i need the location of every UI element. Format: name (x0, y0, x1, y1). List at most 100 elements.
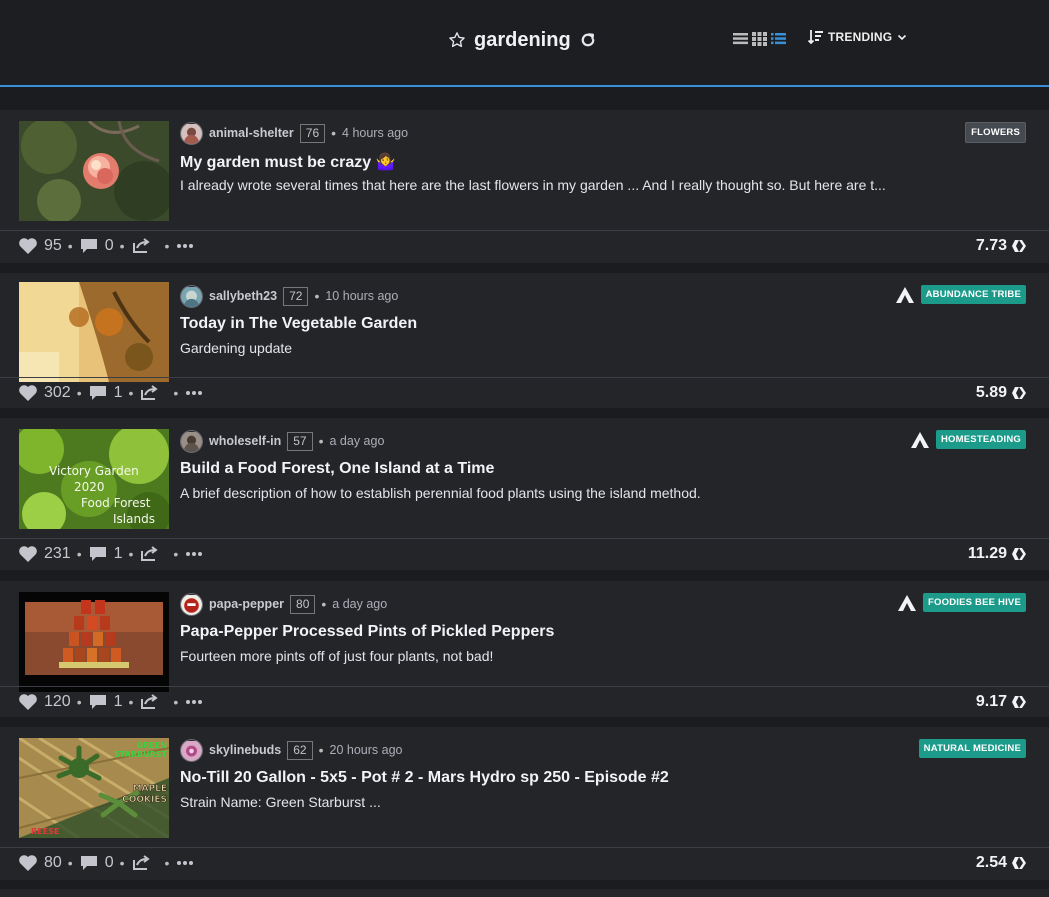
payout[interactable]: 2.54 (976, 849, 1027, 877)
community-badge[interactable]: HOMESTEADING (936, 430, 1026, 449)
avatar[interactable] (180, 592, 203, 616)
comment-count[interactable]: 1 (114, 384, 123, 402)
avatar[interactable] (180, 738, 203, 762)
thumbnail-caption: REESE (31, 827, 59, 836)
reblog-icon[interactable] (139, 384, 159, 402)
reblog-icon[interactable] (139, 693, 159, 711)
more-options-icon[interactable] (175, 854, 195, 872)
post-time[interactable]: a day ago (332, 597, 387, 611)
community-badge[interactable]: NATURAL MEDICINE (918, 739, 1026, 758)
comment-icon[interactable] (79, 854, 99, 872)
separator: • (128, 385, 134, 401)
tag-badge[interactable]: FLOWERS (965, 122, 1026, 143)
comment-count[interactable]: 1 (114, 545, 123, 563)
thumbnail-caption: Islands (113, 512, 155, 526)
sort-icon (808, 29, 824, 45)
post-summary[interactable]: Gardening update (180, 340, 292, 356)
post-summary[interactable]: Fourteen more pints off of just four pla… (180, 648, 493, 664)
community-badge[interactable]: FOODIES BEE HIVE (923, 593, 1026, 612)
author-link[interactable]: sallybeth23 (209, 289, 277, 303)
vote-count[interactable]: 95 (44, 237, 62, 255)
comment-icon[interactable] (88, 545, 108, 563)
post-thumbnail[interactable]: GREEN STARBURST MAPLE COOKIES REESE (19, 738, 169, 838)
community-badge[interactable]: ABUNDANCE TRIBE (920, 285, 1026, 304)
comment-count[interactable]: 0 (105, 237, 114, 255)
vote-count[interactable]: 231 (44, 545, 71, 563)
refresh-icon[interactable] (579, 31, 597, 49)
post-time[interactable]: a day ago (330, 434, 385, 448)
thumbnail-caption: GREEN (137, 741, 167, 750)
post-thumbnail[interactable]: Victory Garden 2020 Food Forest Islands (19, 429, 169, 529)
post-thumbnail[interactable] (19, 592, 169, 692)
post-meta: animal-shelter 76 • 4 hours ago (180, 121, 408, 145)
author-link[interactable]: skylinebuds (209, 743, 281, 757)
avatar[interactable] (180, 121, 203, 145)
post-time[interactable]: 10 hours ago (325, 289, 398, 303)
compact-view-icon[interactable] (771, 31, 786, 46)
author-link[interactable]: papa-pepper (209, 597, 284, 611)
top-bar: gardening TRENDING (0, 0, 1049, 87)
post-thumbnail[interactable] (19, 121, 169, 221)
post-title[interactable]: Papa-Pepper Processed Pints of Pickled P… (180, 623, 554, 641)
payout-value: 11.29 (967, 545, 1007, 562)
post-title[interactable]: Build a Food Forest, One Island at a Tim… (180, 460, 494, 478)
grid-view-icon[interactable] (752, 31, 767, 46)
heart-icon[interactable] (18, 545, 38, 563)
post-time[interactable]: 20 hours ago (330, 743, 403, 757)
post-card: animal-shelter 76 • 4 hours ago My garde… (0, 110, 1049, 263)
author-link[interactable]: wholeself-in (209, 434, 281, 448)
payout[interactable]: 9.17 (976, 688, 1027, 716)
separator: • (331, 125, 337, 141)
comment-icon[interactable] (88, 693, 108, 711)
star-icon[interactable] (448, 31, 466, 49)
reblog-icon[interactable] (131, 237, 151, 255)
comment-icon[interactable] (88, 384, 108, 402)
post-time[interactable]: 4 hours ago (342, 126, 408, 140)
more-options-icon[interactable] (184, 693, 204, 711)
more-options-icon[interactable] (184, 545, 204, 563)
post-title[interactable]: No-Till 20 Gallon - 5x5 - Pot # 2 - Mars… (180, 769, 669, 787)
payout[interactable]: 5.89 (976, 379, 1027, 407)
post-summary[interactable]: I already wrote several times that here … (180, 177, 886, 193)
more-options-icon[interactable] (184, 384, 204, 402)
heart-icon[interactable] (18, 384, 38, 402)
post-card: GREEN STARBURST MAPLE COOKIES REESE skyl… (0, 727, 1049, 880)
post-meta: sallybeth23 72 • 10 hours ago (180, 284, 398, 308)
comment-icon[interactable] (79, 237, 99, 255)
divider (0, 686, 1049, 687)
reblog-icon[interactable] (131, 854, 151, 872)
post-summary[interactable]: Strain Name: Green Starburst ... (180, 794, 381, 810)
comment-count[interactable]: 0 (105, 854, 114, 872)
list-view-icon[interactable] (733, 31, 748, 46)
avatar[interactable] (180, 429, 203, 453)
payout-value: 9.17 (975, 693, 1007, 710)
separator: • (67, 238, 73, 254)
heart-icon[interactable] (18, 854, 38, 872)
payout[interactable]: 11.29 (968, 540, 1027, 568)
post-title[interactable]: Today in The Vegetable Garden (180, 315, 417, 333)
hive-coin-icon (1011, 238, 1027, 254)
vote-count[interactable]: 302 (44, 384, 71, 402)
hive-coin-icon (1011, 546, 1027, 562)
separator: • (318, 742, 324, 758)
avatar[interactable] (180, 284, 203, 308)
post-summary[interactable]: A brief description of how to establish … (180, 485, 701, 501)
comment-count[interactable]: 1 (114, 693, 123, 711)
divider (0, 847, 1049, 848)
reblog-icon[interactable] (139, 545, 159, 563)
vote-count[interactable]: 80 (44, 854, 62, 872)
divider (0, 377, 1049, 378)
post-thumbnail[interactable] (19, 282, 169, 382)
sort-dropdown[interactable]: TRENDING (808, 29, 908, 45)
reputation-badge: 57 (287, 431, 313, 451)
post-badge-area: NATURAL MEDICINE (918, 739, 1026, 758)
more-options-icon[interactable] (175, 237, 195, 255)
post-title[interactable]: My garden must be crazy 🤷‍♀️ (180, 152, 396, 172)
vote-count[interactable]: 120 (44, 693, 71, 711)
author-link[interactable]: animal-shelter (209, 126, 294, 140)
payout[interactable]: 7.73 (976, 232, 1027, 260)
heart-icon[interactable] (18, 237, 38, 255)
heart-icon[interactable] (18, 693, 38, 711)
divider (0, 230, 1049, 231)
community-logo-icon (897, 594, 917, 612)
